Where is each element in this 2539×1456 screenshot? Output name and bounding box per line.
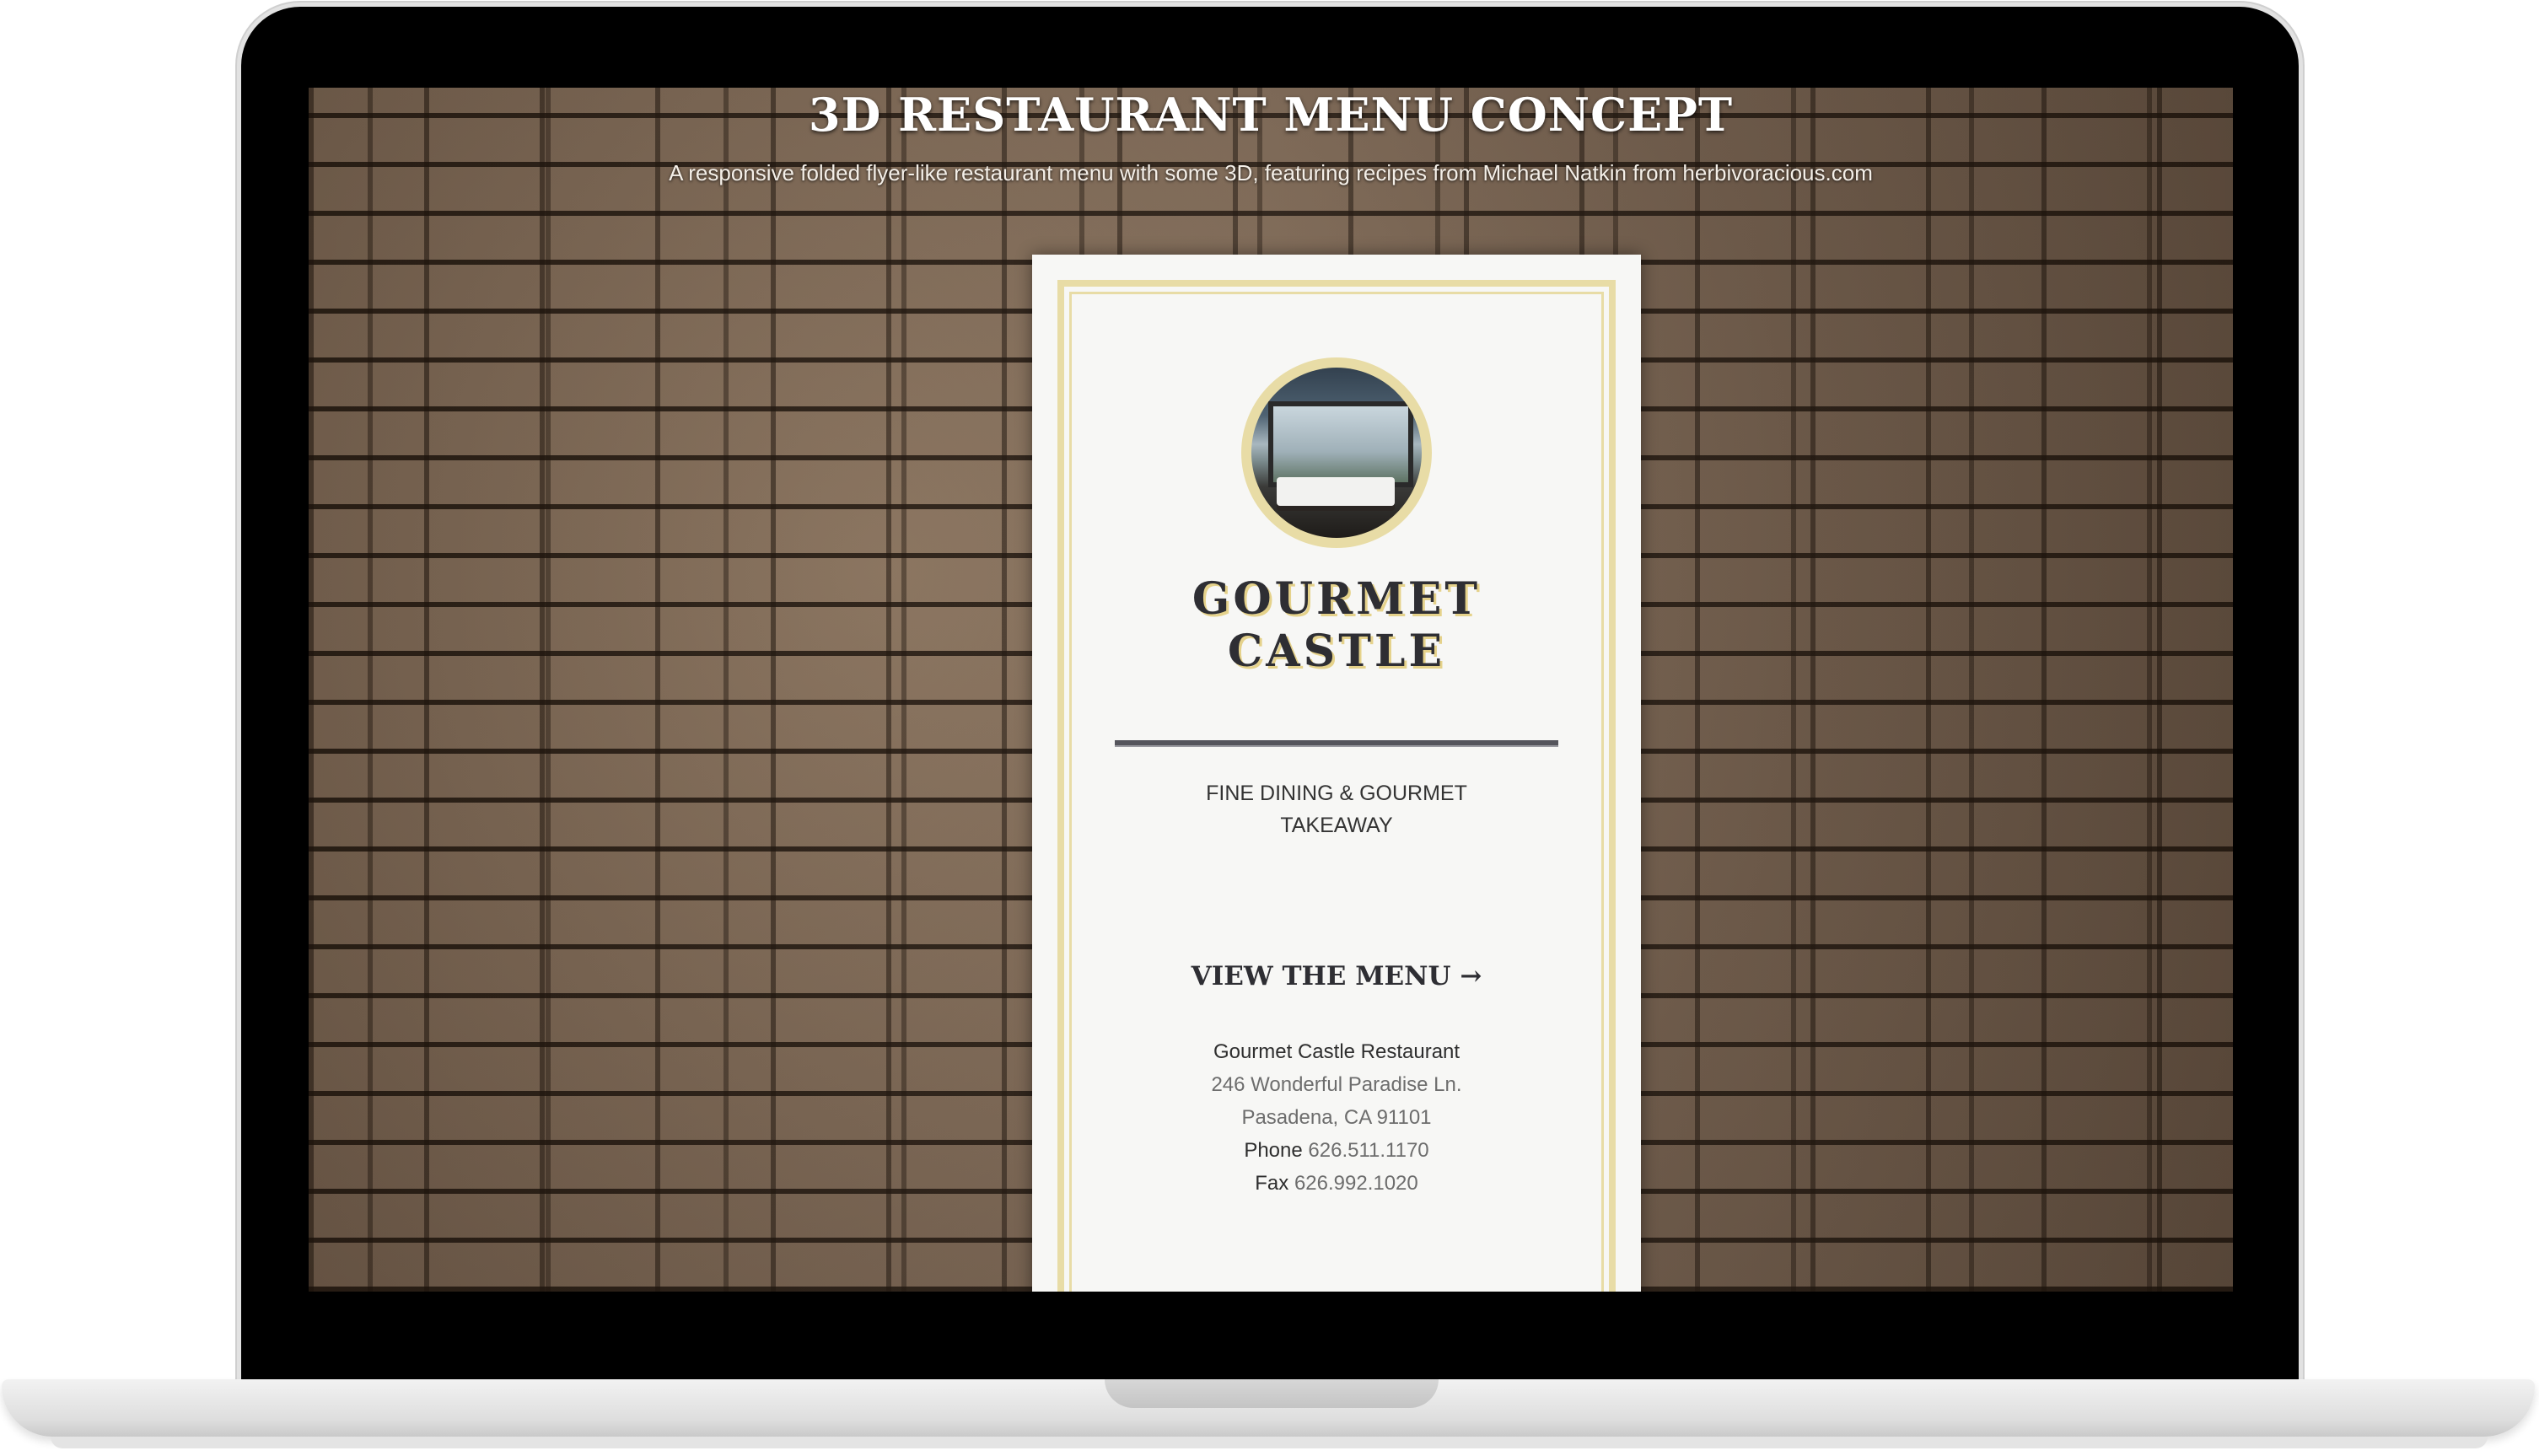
restaurant-name-line2: CASTLE — [1227, 626, 1446, 677]
restaurant-avatar — [1241, 357, 1432, 548]
photo-table — [1277, 477, 1395, 506]
photo-window — [1268, 401, 1413, 487]
address-city: Pasadena, CA 91101 — [1241, 1106, 1432, 1129]
browser-viewport: 3D RESTAURANT MENU CONCEPT A responsive … — [309, 88, 2233, 1292]
fax-label: Fax — [1255, 1172, 1289, 1195]
address-fax: Fax 626.992.1020 — [1032, 1167, 1641, 1200]
address-phone: Phone 626.511.1170 — [1032, 1134, 1641, 1167]
address-restaurant: Gourmet Castle Restaurant — [1213, 1040, 1460, 1063]
restaurant-name: GOURMET CASTLE — [1032, 573, 1641, 678]
divider — [1115, 740, 1558, 747]
page-title: 3D RESTAURANT MENU CONCEPT — [808, 88, 1734, 142]
address-block: Gourmet Castle Restaurant 246 Wonderful … — [1032, 1035, 1641, 1200]
view-menu-label: VIEW THE MENU — [1191, 961, 1451, 991]
view-menu-link[interactable]: VIEW THE MENU → — [1032, 961, 1641, 991]
page-subtitle: A responsive folded flyer-like restauran… — [669, 160, 1873, 185]
phone-number[interactable]: 626.511.1170 — [1308, 1139, 1428, 1162]
phone-label: Phone — [1244, 1139, 1303, 1162]
address-street: 246 Wonderful Paradise Ln. — [1211, 1073, 1462, 1096]
laptop-notch — [1105, 1379, 1439, 1408]
restaurant-name-line1: GOURMET — [1192, 573, 1482, 625]
restaurant-photo — [1251, 368, 1422, 538]
arrow-right-icon: → — [1460, 961, 1482, 991]
fax-number: 626.992.1020 — [1294, 1172, 1418, 1195]
laptop-foot — [51, 1437, 2488, 1448]
restaurant-tagline: FINE DINING & GOURMET TAKEAWAY — [1206, 782, 1467, 837]
menu-card[interactable]: GOURMET CASTLE FINE DINING & GOURMET TAK… — [1032, 255, 1641, 1292]
